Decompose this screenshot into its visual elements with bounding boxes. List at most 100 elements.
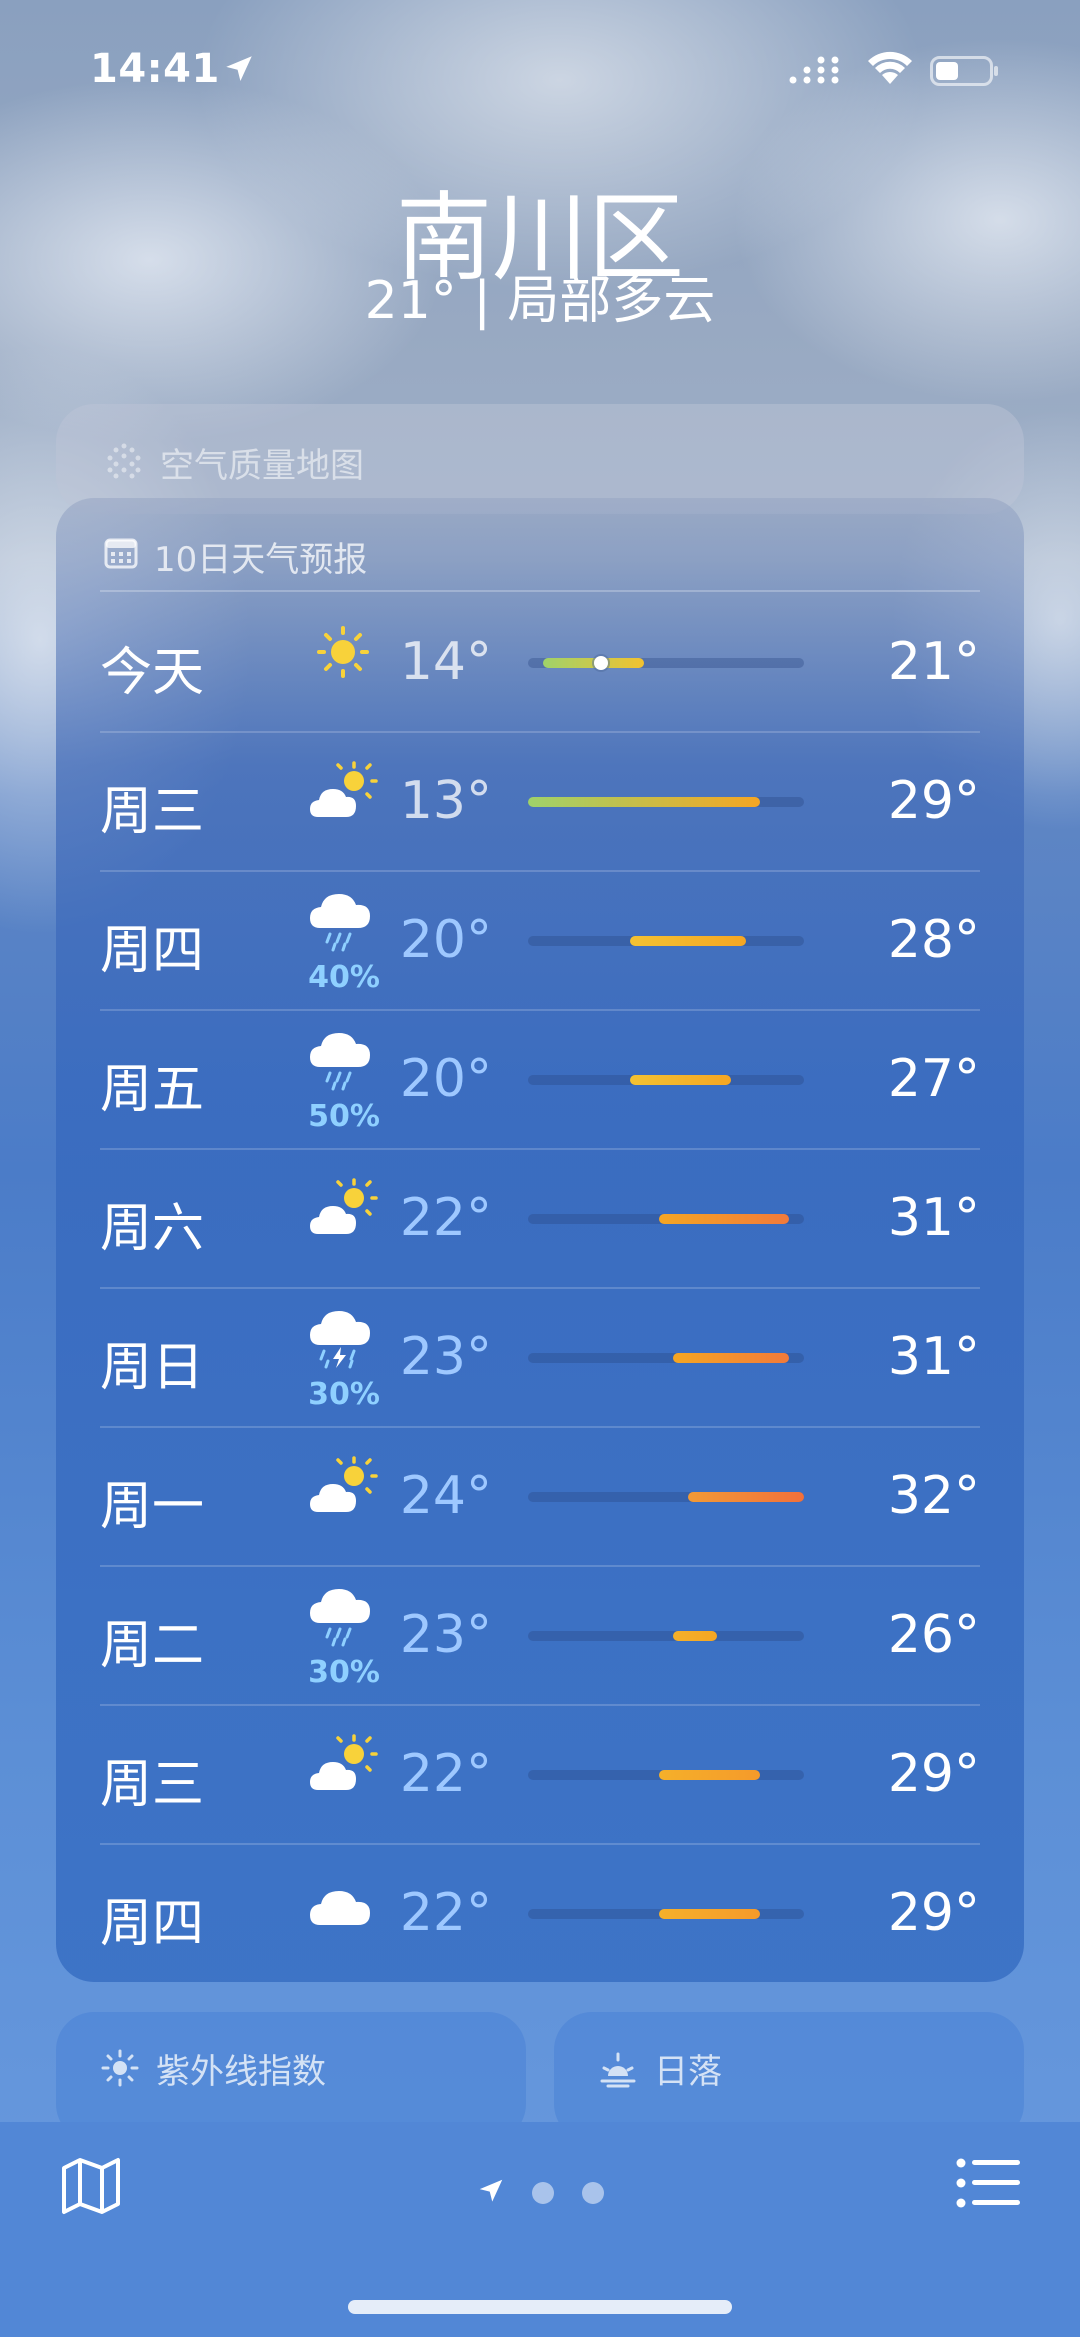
- low-temperature: 22°: [399, 1883, 492, 1943]
- low-temperature: 24°: [399, 1466, 492, 1526]
- ten-day-forecast-card: 10日天气预报 今天 14° 21° 周三 13° 29° 周四 40% 20° 28° 周五 50%…: [56, 498, 1024, 1982]
- forecast-day-label: 周三: [100, 1755, 205, 1815]
- partly-cloudy-icon: [310, 1734, 378, 1790]
- forecast-day-label: 周五: [100, 1060, 205, 1120]
- low-temperature: 13°: [399, 771, 492, 831]
- high-temperature: 29°: [887, 1744, 980, 1804]
- high-temperature: 29°: [887, 771, 980, 831]
- divider: [100, 1565, 980, 1567]
- temperature-range-bar: [673, 1631, 717, 1641]
- temperature-range-track: [528, 1492, 804, 1502]
- forecast-row[interactable]: 周五 50% 20° 27°: [100, 1009, 980, 1148]
- low-temperature: 20°: [399, 1049, 492, 1109]
- partly-cloudy-icon: [310, 1456, 378, 1512]
- forecast-title: 10日天气预报: [154, 540, 368, 580]
- bottom-toolbar: [0, 2122, 1080, 2337]
- air-quality-dots-icon: [107, 443, 141, 479]
- rain-icon: [310, 1589, 370, 1647]
- thunderstorm-icon: [310, 1311, 370, 1369]
- forecast-row[interactable]: 周三 22° 29°: [100, 1704, 980, 1843]
- rain-icon: [310, 894, 370, 952]
- temperature-range-bar: [687, 1492, 804, 1502]
- current-temperature-dot: [593, 656, 608, 670]
- status-time: 14:41: [90, 46, 220, 92]
- forecast-row[interactable]: 周四 22° 29°: [100, 1843, 980, 1982]
- partly-cloudy-icon: [310, 1178, 378, 1234]
- low-temperature: 22°: [399, 1744, 492, 1804]
- forecast-day-label: 周一: [100, 1477, 205, 1537]
- divider: [100, 1148, 980, 1150]
- low-temperature: 14°: [399, 632, 492, 692]
- temperature-range-bar: [673, 1353, 790, 1363]
- forecast-day-label: 周日: [100, 1338, 205, 1398]
- air-quality-label: 空气质量地图: [160, 446, 364, 486]
- list-icon[interactable]: [956, 2158, 1020, 2208]
- battery-icon: [930, 56, 998, 86]
- forecast-row[interactable]: 今天 14° 21°: [100, 592, 980, 731]
- temperature-range-track: [528, 1770, 804, 1780]
- divider: [100, 1009, 980, 1011]
- high-temperature: 31°: [887, 1188, 980, 1248]
- temperature-range-track: [528, 1909, 804, 1919]
- temperature-range-bar: [658, 1770, 761, 1780]
- cellular-signal-icon: [789, 56, 839, 84]
- rain-icon: [310, 1033, 370, 1091]
- uv-index-label: 紫外线指数: [156, 2052, 326, 2092]
- temperature-range-track: [528, 797, 804, 807]
- forecast-day-label: 周二: [100, 1616, 205, 1676]
- high-temperature: 31°: [887, 1327, 980, 1387]
- low-temperature: 22°: [399, 1188, 492, 1248]
- map-icon[interactable]: [60, 2154, 122, 2216]
- calendar-icon: [104, 538, 138, 569]
- current-summary: 21° | 局部多云: [364, 271, 716, 331]
- page-dot[interactable]: [532, 2182, 554, 2204]
- wifi-icon: [868, 51, 912, 84]
- forecast-row[interactable]: 周六 22° 31°: [100, 1148, 980, 1287]
- forecast-day-label: 今天: [100, 643, 205, 703]
- divider: [100, 731, 980, 733]
- temperature-range-track: [528, 1214, 804, 1224]
- divider: [100, 870, 980, 872]
- cloudy-icon: [310, 1891, 370, 1925]
- current-location-page-icon[interactable]: [476, 2176, 506, 2206]
- sunset-label: 日落: [654, 2052, 722, 2092]
- status-bar: 14:41: [0, 46, 1080, 100]
- divider: [100, 1426, 980, 1428]
- temperature-range-track: [528, 936, 804, 946]
- temperature-range-bar: [658, 1214, 790, 1224]
- low-temperature: 23°: [399, 1605, 492, 1665]
- forecast-day-label: 周四: [100, 921, 205, 981]
- forecast-row[interactable]: 周一 24° 32°: [100, 1426, 980, 1565]
- temperature-range-bar: [629, 1075, 732, 1085]
- temperature-range-track: [528, 656, 804, 670]
- partly-cloudy-icon: [310, 761, 378, 817]
- home-indicator[interactable]: [348, 2300, 732, 2314]
- forecast-day-label: 周四: [100, 1894, 205, 1954]
- high-temperature: 28°: [887, 910, 980, 970]
- forecast-row[interactable]: 周日 30% 23° 31°: [100, 1287, 980, 1426]
- forecast-day-label: 周六: [100, 1199, 205, 1259]
- divider: [100, 1287, 980, 1289]
- forecast-day-label: 周三: [100, 782, 205, 842]
- location-arrow-icon: [226, 56, 252, 82]
- high-temperature: 29°: [887, 1883, 980, 1943]
- page-dot[interactable]: [582, 2182, 604, 2204]
- temperature-range-bar: [658, 1909, 761, 1919]
- temperature-range-track: [528, 1631, 804, 1641]
- high-temperature: 32°: [887, 1466, 980, 1526]
- temperature-range-bar: [629, 936, 746, 946]
- high-temperature: 26°: [887, 1605, 980, 1665]
- high-temperature: 27°: [887, 1049, 980, 1109]
- temperature-range-track: [528, 1075, 804, 1085]
- forecast-row[interactable]: 周三 13° 29°: [100, 731, 980, 870]
- forecast-row[interactable]: 周二 30% 23° 26°: [100, 1565, 980, 1704]
- divider: [100, 1843, 980, 1845]
- sunset-icon: [600, 2052, 636, 2088]
- low-temperature: 20°: [399, 910, 492, 970]
- temperature-range-track: [528, 1353, 804, 1363]
- temperature-range-bar: [528, 797, 761, 807]
- forecast-row[interactable]: 周四 40% 20° 28°: [100, 870, 980, 1009]
- sun-small-icon: [101, 2049, 139, 2087]
- sun-icon: [317, 626, 369, 678]
- low-temperature: 23°: [399, 1327, 492, 1387]
